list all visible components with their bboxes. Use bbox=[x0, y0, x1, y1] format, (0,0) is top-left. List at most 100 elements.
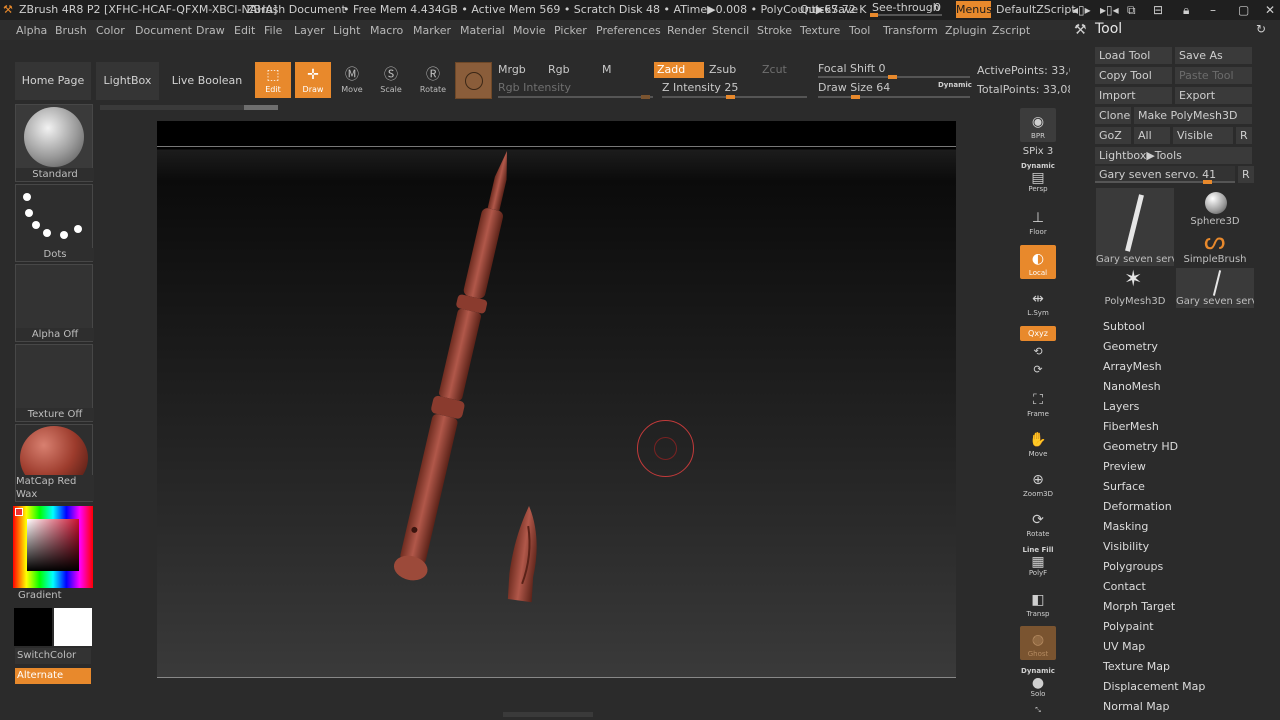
paste-tool-button[interactable]: Paste Tool bbox=[1175, 67, 1252, 84]
rotate-y-icon[interactable]: ⟲ bbox=[1020, 344, 1056, 360]
menu-macro[interactable]: Macro bbox=[370, 24, 403, 37]
see-through-slider[interactable] bbox=[870, 14, 942, 16]
scale-mode-button[interactable]: Ⓢ Scale bbox=[373, 62, 409, 98]
lsym-button[interactable]: ⇹ L.Sym bbox=[1020, 285, 1056, 319]
lock-icon[interactable]: 🔒︎ bbox=[1183, 3, 1189, 18]
xyz-button[interactable]: Qxyz bbox=[1020, 326, 1056, 341]
import-button[interactable]: Import bbox=[1095, 87, 1172, 104]
zadd-toggle[interactable]: Zadd bbox=[654, 62, 704, 78]
subpalette-masking[interactable]: Masking bbox=[1103, 520, 1148, 533]
tool-r-button[interactable]: R bbox=[1238, 166, 1254, 183]
edit-mode-button[interactable]: ⬚ Edit bbox=[255, 62, 291, 98]
current-tool-knob[interactable] bbox=[1203, 180, 1212, 184]
alternate-button[interactable]: Alternate bbox=[15, 668, 91, 684]
m-toggle[interactable]: M bbox=[602, 63, 612, 76]
home-page-button[interactable]: Home Page bbox=[15, 62, 91, 100]
z-intensity-knob[interactable] bbox=[726, 95, 735, 99]
save-as-button[interactable]: Save As bbox=[1175, 47, 1252, 64]
material-selector[interactable]: MatCap Red Wax bbox=[15, 424, 94, 502]
lightbox-tools-button[interactable]: Lightbox▶Tools bbox=[1095, 147, 1252, 164]
rotate-mode-button[interactable]: Ⓡ Rotate bbox=[415, 62, 451, 98]
menu-stroke[interactable]: Stroke bbox=[757, 24, 792, 37]
color-square[interactable] bbox=[27, 519, 79, 571]
zoom3d-button[interactable]: ⊕ Zoom3D bbox=[1020, 466, 1056, 500]
toolbar-scroll-thumb[interactable] bbox=[244, 105, 278, 110]
menu-material[interactable]: Material bbox=[460, 24, 505, 37]
secondary-color-swatch[interactable] bbox=[54, 608, 92, 646]
mrgb-toggle[interactable]: Mrgb bbox=[498, 63, 526, 76]
move-mode-button[interactable]: Ⓜ Move bbox=[334, 62, 370, 98]
rgb-intensity-slider[interactable] bbox=[498, 96, 653, 98]
subpalette-contact[interactable]: Contact bbox=[1103, 580, 1146, 593]
floor-button[interactable]: ⊥ Floor bbox=[1020, 204, 1056, 238]
menu-color[interactable]: Color bbox=[96, 24, 125, 37]
menu-light[interactable]: Light bbox=[333, 24, 360, 37]
material-swatch[interactable] bbox=[455, 62, 492, 99]
stroke-selector[interactable]: Dots bbox=[15, 184, 94, 262]
copy-tool-button[interactable]: Copy Tool bbox=[1095, 67, 1172, 84]
menu-movie[interactable]: Movie bbox=[513, 24, 546, 37]
brush-selector[interactable]: Standard bbox=[15, 104, 94, 182]
frame-button[interactable]: ⛶ Frame bbox=[1020, 386, 1056, 420]
tool-thumb-gary-seven-servo[interactable]: Gary seven servo bbox=[1096, 188, 1174, 266]
menu-marker[interactable]: Marker bbox=[413, 24, 451, 37]
focal-shift-knob[interactable] bbox=[888, 75, 897, 79]
subpalette-fibermesh[interactable]: FiberMesh bbox=[1103, 420, 1159, 433]
window-layout-icon[interactable]: ⊟ bbox=[1153, 3, 1163, 17]
layout-left-icon[interactable]: ◂▯▸ bbox=[1072, 3, 1091, 17]
document-canvas[interactable] bbox=[157, 121, 956, 677]
goz-r-button[interactable]: R bbox=[1236, 127, 1252, 144]
restore-icon[interactable]: ▢ bbox=[1238, 3, 1249, 17]
ghost-button[interactable]: ◍ Ghost bbox=[1020, 626, 1056, 660]
subpalette-preview[interactable]: Preview bbox=[1103, 460, 1146, 473]
tool-palette-title[interactable]: Tool bbox=[1095, 21, 1122, 37]
subpalette-layers[interactable]: Layers bbox=[1103, 400, 1139, 413]
subpalette-morph-target[interactable]: Morph Target bbox=[1103, 600, 1175, 613]
subpalette-geometry-hd[interactable]: Geometry HD bbox=[1103, 440, 1178, 453]
primary-color-swatch[interactable] bbox=[14, 608, 52, 646]
alpha-selector[interactable]: Alpha Off bbox=[15, 264, 94, 342]
menu-alpha[interactable]: Alpha bbox=[16, 24, 47, 37]
menus-button[interactable]: Menus bbox=[956, 1, 992, 18]
subpalette-displacement-map[interactable]: Displacement Map bbox=[1103, 680, 1205, 693]
menu-zplugin[interactable]: Zplugin bbox=[945, 24, 987, 37]
zcut-toggle[interactable]: Zcut bbox=[762, 63, 787, 76]
close-icon[interactable]: ✕ bbox=[1265, 3, 1275, 17]
menu-transform[interactable]: Transform bbox=[883, 24, 938, 37]
menu-tool[interactable]: Tool bbox=[849, 24, 870, 37]
live-boolean-button[interactable]: Live Boolean bbox=[171, 62, 243, 100]
goz-all-button[interactable]: All bbox=[1134, 127, 1170, 144]
subpalette-nanomesh[interactable]: NanoMesh bbox=[1103, 380, 1161, 393]
subpalette-surface[interactable]: Surface bbox=[1103, 480, 1145, 493]
menu-stencil[interactable]: Stencil bbox=[712, 24, 749, 37]
subpalette-polypaint[interactable]: Polypaint bbox=[1103, 620, 1154, 633]
refresh-icon[interactable]: ↻ bbox=[1256, 22, 1266, 36]
menu-zscript[interactable]: Zscript bbox=[992, 24, 1030, 37]
toolbar-scrollbar[interactable] bbox=[100, 105, 278, 110]
local-button[interactable]: ◐ Local bbox=[1020, 245, 1056, 279]
rotate-view-button[interactable]: ⟳ Rotate bbox=[1020, 506, 1056, 540]
load-tool-button[interactable]: Load Tool bbox=[1095, 47, 1172, 64]
menu-brush[interactable]: Brush bbox=[55, 24, 87, 37]
subpalette-arraymesh[interactable]: ArrayMesh bbox=[1103, 360, 1162, 373]
gradient-toggle[interactable]: Gradient bbox=[18, 590, 62, 601]
color-picker[interactable] bbox=[13, 506, 93, 588]
subpalette-visibility[interactable]: Visibility bbox=[1103, 540, 1149, 553]
lightbox-button[interactable]: LightBox bbox=[96, 62, 159, 100]
rgb-intensity-knob[interactable] bbox=[641, 95, 650, 99]
tool-thumb-polymesh3d[interactable]: ✶ PolyMesh3D bbox=[1096, 268, 1174, 308]
menu-picker[interactable]: Picker bbox=[554, 24, 587, 37]
subpalette-polygroups[interactable]: Polygroups bbox=[1103, 560, 1163, 573]
sculpt-model[interactable] bbox=[157, 121, 956, 677]
bpr-button[interactable]: ◉ BPR bbox=[1020, 108, 1056, 142]
zsub-toggle[interactable]: Zsub bbox=[709, 63, 736, 76]
texture-selector[interactable]: Texture Off bbox=[15, 344, 94, 422]
draw-size-knob[interactable] bbox=[851, 95, 860, 99]
menu-file[interactable]: File bbox=[264, 24, 282, 37]
subpalette-normal-map[interactable]: Normal Map bbox=[1103, 700, 1170, 713]
tool-thumb-sphere3d[interactable]: Sphere3D ᔕ SimpleBrush bbox=[1176, 188, 1254, 266]
current-tool-track[interactable] bbox=[1095, 181, 1235, 183]
spix-slider[interactable]: SPix 3 bbox=[1020, 146, 1056, 160]
subpalette-geometry[interactable]: Geometry bbox=[1103, 340, 1158, 353]
menu-preferences[interactable]: Preferences bbox=[596, 24, 661, 37]
